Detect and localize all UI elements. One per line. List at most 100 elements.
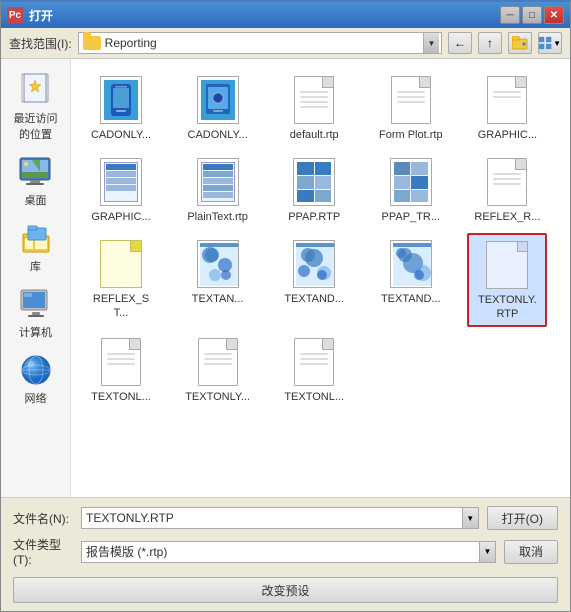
sidebar-computer-label: 计算机 xyxy=(19,324,52,340)
file-icon-plaintext xyxy=(192,156,244,208)
sidebar-item-computer[interactable]: 计算机 xyxy=(6,281,66,345)
list-item[interactable]: default.rtp xyxy=(274,69,354,147)
filetype-row: 文件类型(T): 报告模版 (*.rtp) ▼ 取消 xyxy=(13,536,558,567)
sidebar-library-label: 库 xyxy=(30,258,41,274)
file-icon-ppap xyxy=(288,156,340,208)
maximize-button[interactable]: □ xyxy=(522,6,542,24)
filename-value: TEXTONLY.RTP xyxy=(82,511,462,525)
file-name: GRAPHIC... xyxy=(91,211,150,224)
filetype-dropdown-arrow: ▼ xyxy=(479,542,495,562)
list-item[interactable]: TEXTONL... xyxy=(274,331,354,409)
filename-dropdown-arrow: ▼ xyxy=(462,508,478,528)
open-button[interactable]: 打开(O) xyxy=(487,506,558,530)
file-name: TEXTAND... xyxy=(381,293,441,306)
up-button[interactable]: ↑ xyxy=(478,32,502,54)
sidebar-item-desktop[interactable]: 桌面 xyxy=(6,149,66,213)
file-name: default.rtp xyxy=(290,129,339,142)
main-window: Pc 打开 ─ □ ✕ 查找范围(I): Reporting ▼ ← ↑ xyxy=(0,0,571,612)
file-icon-textan1 xyxy=(192,238,244,290)
list-item[interactable]: GRAPHIC... xyxy=(81,151,161,229)
file-name: PPAP_TR... xyxy=(382,211,440,224)
filetype-select[interactable]: 报告模版 (*.rtp) ▼ xyxy=(81,541,496,563)
folder-name: Reporting xyxy=(105,36,437,50)
file-icon-textonly-selected xyxy=(481,239,533,291)
list-item[interactable]: PPAP_TR... xyxy=(371,151,451,229)
file-name: TEXTAN... xyxy=(192,293,244,306)
sidebar: 最近访问的位置 桌面 xyxy=(1,59,71,497)
file-name: GRAPHIC... xyxy=(478,129,537,142)
list-item[interactable]: REFLEX_R... xyxy=(467,151,547,229)
bottom-bar: 文件名(N): TEXTONLY.RTP ▼ 打开(O) 文件类型(T): 报告… xyxy=(1,497,570,611)
file-icon-graphic1 xyxy=(481,74,533,126)
list-item[interactable]: CADONLY... xyxy=(81,69,161,147)
title-bar: Pc 打开 ─ □ ✕ xyxy=(1,2,570,28)
file-name: TEXTONLY... xyxy=(185,391,250,404)
minimize-button[interactable]: ─ xyxy=(500,6,520,24)
file-icon-default xyxy=(288,74,340,126)
list-item[interactable]: GRAPHIC... xyxy=(467,69,547,147)
list-item[interactable]: CADONLY... xyxy=(178,69,258,147)
filename-label: 文件名(N): xyxy=(13,510,73,527)
window-title: 打开 xyxy=(29,7,500,24)
list-item[interactable]: TEXTAND... xyxy=(371,233,451,326)
folder-icon xyxy=(83,36,101,50)
back-button[interactable]: ← xyxy=(448,32,472,54)
search-scope-label: 查找范围(I): xyxy=(9,35,72,52)
list-item[interactable]: TEXTONL... xyxy=(81,331,161,409)
library-icon xyxy=(18,220,54,256)
new-folder-button[interactable] xyxy=(508,32,532,54)
file-name: CADONLY... xyxy=(188,129,248,142)
sidebar-item-network[interactable]: 网络 xyxy=(6,347,66,411)
list-item[interactable]: PPAP.RTP xyxy=(274,151,354,229)
list-item-selected[interactable]: TEXTONLY. RTP xyxy=(467,233,547,326)
sidebar-item-library[interactable]: 库 xyxy=(6,215,66,279)
network-icon xyxy=(18,352,54,388)
filetype-value: 报告模版 (*.rtp) xyxy=(82,543,479,560)
change-preset-button[interactable]: 改变预设 xyxy=(13,577,558,603)
filename-row: 文件名(N): TEXTONLY.RTP ▼ 打开(O) xyxy=(13,506,558,530)
list-item[interactable]: TEXTAND... xyxy=(274,233,354,326)
file-icon-reflex-r xyxy=(481,156,533,208)
file-icon-textonl1 xyxy=(95,336,147,388)
file-name: CADONLY... xyxy=(91,129,151,142)
file-icon-ppap-tr xyxy=(385,156,437,208)
toolbar: 查找范围(I): Reporting ▼ ← ↑ ▼ xyxy=(1,28,570,59)
file-name: TEXTONL... xyxy=(91,391,151,404)
list-item[interactable]: PlainText.rtp xyxy=(178,151,258,229)
file-name: Form Plot.rtp xyxy=(379,129,443,142)
folder-dropdown[interactable]: Reporting ▼ xyxy=(78,32,442,54)
list-item[interactable]: TEXTONLY... xyxy=(178,331,258,409)
file-icon-graphic2 xyxy=(95,156,147,208)
file-name: REFLEX_ST... xyxy=(86,293,156,319)
file-name: TEXTONLY. RTP xyxy=(473,294,541,320)
filename-input[interactable]: TEXTONLY.RTP ▼ xyxy=(81,507,479,529)
file-name: PlainText.rtp xyxy=(187,211,248,224)
file-name: TEXTONL... xyxy=(284,391,344,404)
views-button[interactable]: ▼ xyxy=(538,32,562,54)
sidebar-recent-label: 最近访问的位置 xyxy=(9,110,63,142)
sidebar-desktop-label: 桌面 xyxy=(25,192,47,208)
list-item[interactable]: Form Plot.rtp xyxy=(371,69,451,147)
desktop-icon xyxy=(18,154,54,190)
file-icon-textan2 xyxy=(288,238,340,290)
computer-icon xyxy=(18,286,54,322)
main-content: 最近访问的位置 桌面 xyxy=(1,59,570,497)
cancel-button[interactable]: 取消 xyxy=(504,540,558,564)
sidebar-item-recent[interactable]: 最近访问的位置 xyxy=(6,67,66,147)
file-icon-cad2 xyxy=(192,74,244,126)
file-name: PPAP.RTP xyxy=(288,211,340,224)
file-icon-textan3 xyxy=(385,238,437,290)
file-icon-formplot xyxy=(385,74,437,126)
file-icon-reflex-st xyxy=(95,238,147,290)
file-area: CADONLY... CA xyxy=(71,59,570,497)
app-icon: Pc xyxy=(7,7,23,23)
file-icon-textonl2 xyxy=(192,336,244,388)
recent-icon xyxy=(18,72,54,108)
close-button[interactable]: ✕ xyxy=(544,6,564,24)
list-item[interactable]: REFLEX_ST... xyxy=(81,233,161,326)
sidebar-network-label: 网络 xyxy=(25,390,47,406)
title-controls: ─ □ ✕ xyxy=(500,6,564,24)
file-name: REFLEX_R... xyxy=(474,211,540,224)
list-item[interactable]: TEXTAN... xyxy=(178,233,258,326)
file-name: TEXTAND... xyxy=(284,293,344,306)
